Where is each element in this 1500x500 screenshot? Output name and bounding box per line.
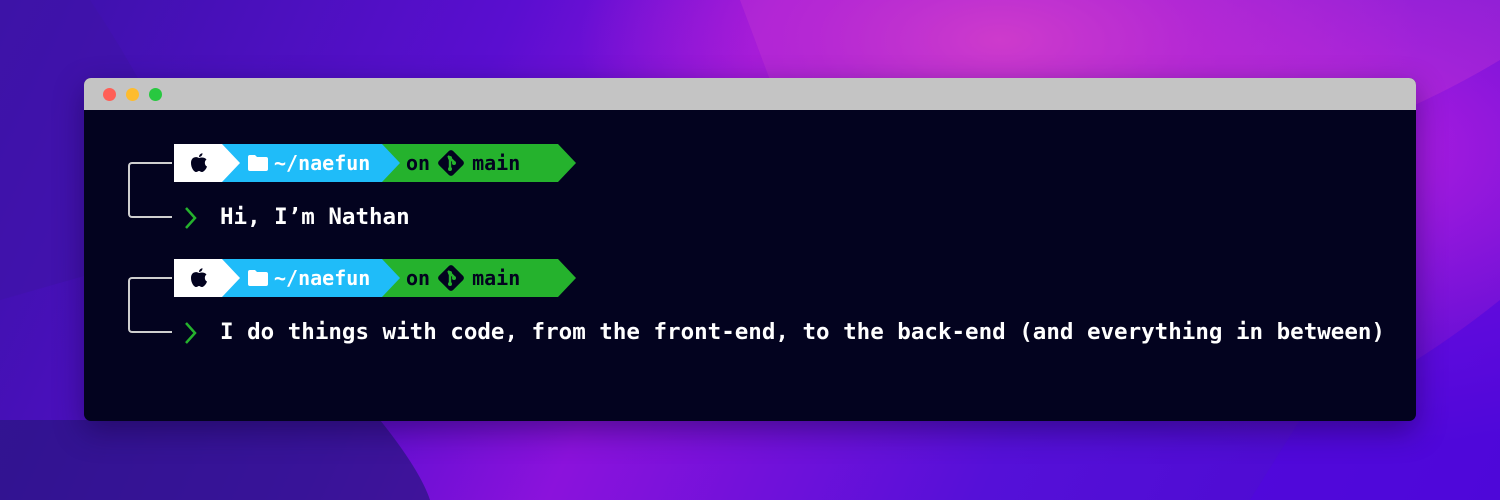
git-icon [438,150,464,176]
git-prefix: on [406,266,431,290]
apple-icon [191,153,207,172]
git-segment: on main [380,259,576,297]
folder-icon [248,270,268,286]
prompt-chevron-icon [185,322,197,344]
git-prefix: on [406,151,431,175]
terminal-window: on main ~/naefun Hi, I’m Nathan on main … [84,78,1416,421]
prompt-chevron-icon [185,207,197,229]
git-branch: main [472,266,521,290]
directory-segment: ~/naefun [222,259,400,297]
title-bar[interactable] [84,78,1416,110]
close-button[interactable] [103,88,116,101]
folder-icon [248,155,268,171]
directory-path: ~/naefun [274,151,371,175]
git-segment: on main [380,144,576,182]
zoom-button[interactable] [149,88,162,101]
apple-icon [191,268,207,287]
directory-path: ~/naefun [274,266,371,290]
prompt-connector-line [128,162,172,218]
command-output: I do things with code, from the front-en… [220,319,1385,345]
git-branch: main [472,151,521,175]
prompt-block: on main ~/naefun I do things with code, … [84,259,1416,379]
minimize-button[interactable] [126,88,139,101]
directory-segment: ~/naefun [222,144,400,182]
prompt-connector-line [128,277,172,333]
git-icon [438,265,464,291]
command-output: Hi, I’m Nathan [220,204,410,230]
prompt-block: on main ~/naefun Hi, I’m Nathan [84,144,1416,264]
